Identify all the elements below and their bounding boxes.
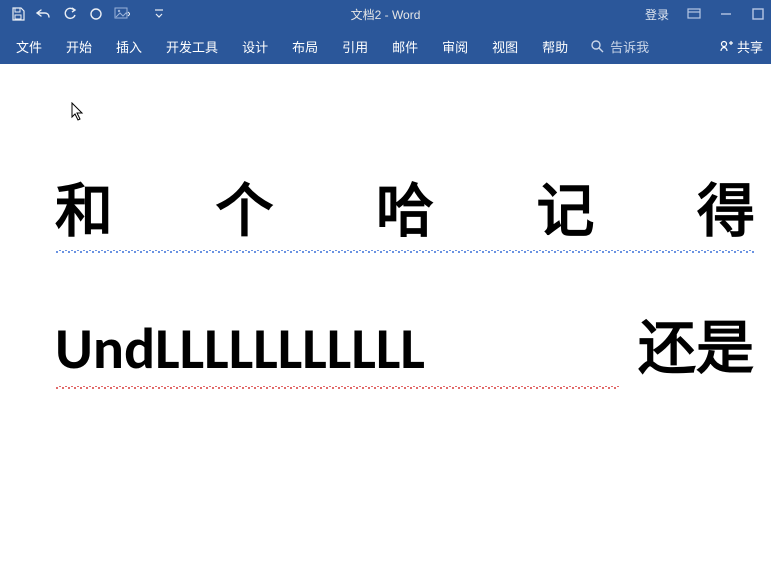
redo-icon[interactable] — [62, 6, 78, 22]
save-icon[interactable] — [10, 6, 26, 22]
doc-line-2: UndLLLLLLLLLLL 还是 — [55, 301, 771, 389]
search-icon — [590, 39, 604, 53]
char: 记 — [536, 164, 594, 248]
title-bar-right: 登录 — [645, 6, 765, 23]
tab-help[interactable]: 帮助 — [530, 28, 580, 64]
picture-icon[interactable] — [114, 6, 130, 22]
title-bar: 文档2 - Word 登录 — [0, 0, 771, 28]
window-title: 文档2 - Word — [351, 6, 421, 23]
tell-me-search[interactable]: 告诉我 — [580, 37, 659, 56]
char: 哈 — [376, 164, 434, 248]
grammar-squiggle — [55, 250, 755, 253]
undo-icon[interactable] — [36, 6, 52, 22]
tab-review[interactable]: 审阅 — [430, 28, 480, 64]
tab-mailings[interactable]: 邮件 — [380, 28, 430, 64]
circle-icon[interactable] — [88, 6, 104, 22]
quick-access-toolbar — [0, 6, 167, 22]
tab-insert[interactable]: 插入 — [104, 28, 154, 64]
line2-cjk: 还是 — [638, 301, 754, 385]
login-link[interactable]: 登录 — [645, 6, 669, 23]
char: 得 — [697, 164, 755, 248]
ribbon-tabs: 文件 开始 插入 开发工具 设计 布局 引用 邮件 审阅 视图 帮助 告诉我 共… — [0, 28, 771, 64]
ribbon-display-icon[interactable] — [687, 7, 701, 21]
tab-home[interactable]: 开始 — [54, 28, 104, 64]
tell-me-label: 告诉我 — [610, 37, 649, 56]
share-button[interactable]: 共享 — [719, 37, 763, 56]
share-label: 共享 — [737, 37, 763, 56]
tab-layout[interactable]: 布局 — [280, 28, 330, 64]
maximize-icon[interactable] — [751, 7, 765, 21]
tab-developer[interactable]: 开发工具 — [154, 28, 230, 64]
char: 和 — [55, 164, 113, 248]
mouse-cursor-icon — [71, 102, 85, 122]
line2-latin: UndLLLLLLLLLLL — [55, 313, 425, 384]
tab-view[interactable]: 视图 — [480, 28, 530, 64]
qat-separator — [140, 7, 141, 21]
spelling-squiggle — [55, 386, 620, 389]
document-area[interactable]: 和 个 哈 记 得 UndLLLLLLLLLLL 还是 — [0, 64, 771, 577]
tab-design[interactable]: 设计 — [230, 28, 280, 64]
doc-line-1: 和 个 哈 记 得 — [55, 164, 771, 253]
char: 个 — [215, 164, 273, 248]
customize-qat-icon[interactable] — [151, 6, 167, 22]
share-icon — [719, 39, 733, 53]
tab-references[interactable]: 引用 — [330, 28, 380, 64]
tab-file[interactable]: 文件 — [4, 28, 54, 64]
minimize-icon[interactable] — [719, 7, 733, 21]
